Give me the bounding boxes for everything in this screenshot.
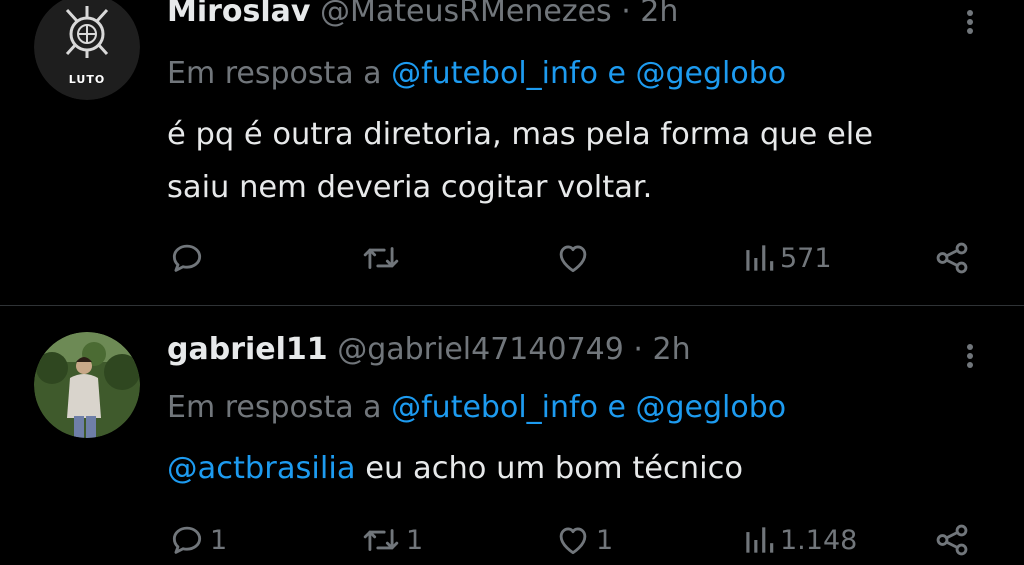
more-options-button[interactable] (958, 2, 982, 42)
author-name[interactable]: Miroslav (167, 0, 310, 29)
timestamp[interactable]: 2h (652, 332, 690, 367)
tweet-text-line: é pq é outra diretoria, mas pela forma q… (167, 117, 874, 152)
repost-button[interactable] (360, 236, 406, 280)
like-button[interactable] (554, 236, 596, 280)
views-icon (746, 245, 774, 271)
separator: · (633, 332, 643, 367)
author-name[interactable]: gabriel11 (167, 332, 328, 367)
views-icon (746, 527, 774, 553)
tweet-text: @actbrasilia eu acho um bom técnico (167, 442, 743, 495)
mention-link[interactable]: @futebol_info (391, 56, 598, 91)
reply-prefix: Em resposta a (167, 56, 382, 91)
avatar[interactable] (34, 332, 140, 438)
reply-count: 1 (210, 524, 228, 556)
views-button[interactable]: 571 (742, 236, 832, 280)
tweet-header: Miroslav @MateusRMenezes · 2h (167, 0, 678, 30)
tweet-text: é pq é outra diretoria, mas pela forma q… (167, 108, 873, 214)
views-button[interactable]: 1.148 (742, 518, 857, 562)
action-bar: 1 1 1 1.148 (0, 518, 1024, 562)
tweet-text-line: saiu nem deveria cogitar voltar. (167, 170, 653, 205)
views-count: 1.148 (780, 524, 858, 556)
mention-link[interactable]: @geglobo (635, 390, 786, 425)
reply-prefix: Em resposta a (167, 390, 382, 425)
avatar-badge: LUTO (68, 73, 106, 86)
like-button[interactable]: 1 (554, 518, 613, 562)
views-count: 571 (780, 242, 832, 274)
repost-icon (363, 247, 399, 269)
heart-icon (559, 245, 587, 273)
author-handle[interactable]: @MateusRMenezes (320, 0, 612, 29)
mention-link[interactable]: @geglobo (635, 56, 786, 91)
share-icon (936, 524, 968, 556)
author-handle[interactable]: @gabriel47140749 (337, 332, 624, 367)
reply-joiner: e (607, 390, 626, 425)
reply-context: Em resposta a @futebol_info e @geglobo (167, 56, 786, 92)
avatar[interactable]: LUTO (34, 0, 140, 100)
tweet-header: gabriel11 @gabriel47140749 · 2h (167, 332, 691, 368)
reply-context: Em resposta a @futebol_info e @geglobo (167, 390, 786, 426)
profile-photo (34, 332, 140, 438)
share-icon (936, 242, 968, 274)
mention-link[interactable]: @actbrasilia (167, 451, 356, 486)
heart-icon (559, 527, 587, 555)
action-bar: 571 (0, 236, 1024, 280)
mention-link[interactable]: @futebol_info (391, 390, 598, 425)
share-button[interactable] (932, 518, 972, 562)
separator: · (621, 0, 631, 29)
reply-icon (172, 526, 202, 554)
share-button[interactable] (932, 236, 972, 280)
reply-joiner: e (607, 56, 626, 91)
repost-icon (363, 529, 399, 551)
reply-button[interactable]: 1 (168, 518, 227, 562)
reply-button[interactable] (168, 236, 210, 280)
tweet-text-content: eu acho um bom técnico (365, 451, 744, 486)
more-options-button[interactable] (958, 336, 982, 376)
like-count: 1 (596, 524, 614, 556)
repost-button[interactable]: 1 (360, 518, 423, 562)
timestamp[interactable]: 2h (640, 0, 678, 29)
reply-icon (172, 244, 202, 272)
repost-count: 1 (406, 524, 424, 556)
